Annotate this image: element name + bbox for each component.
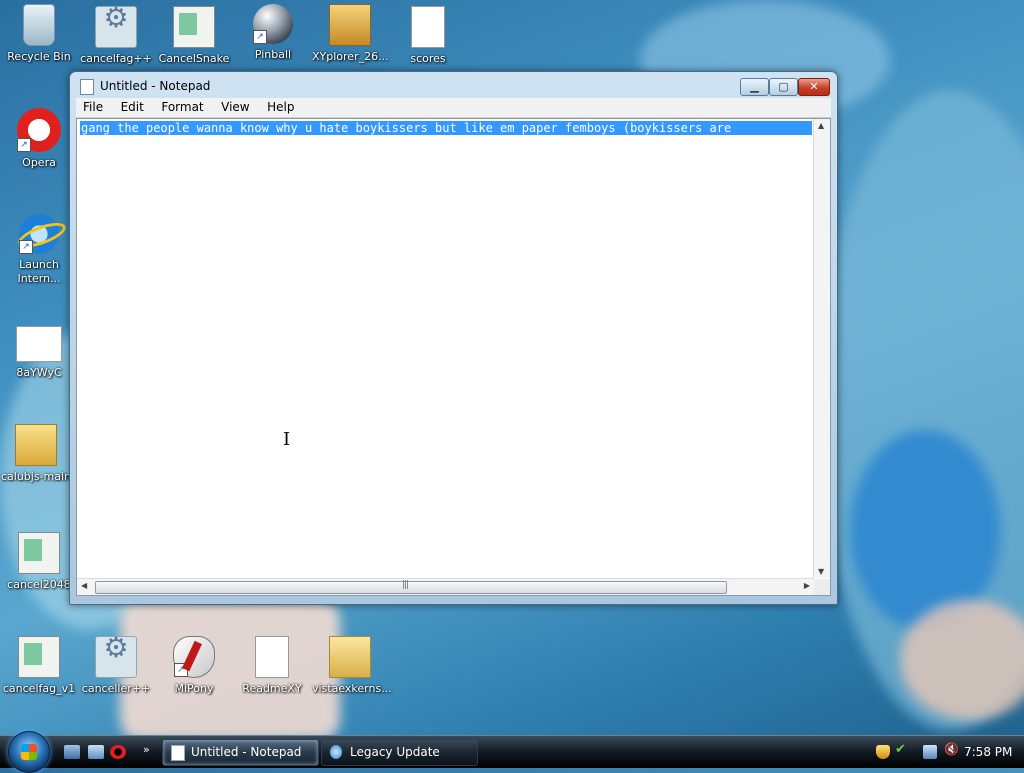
image-file-icon [16,326,62,362]
scroll-left-arrow-icon[interactable]: ◀ [81,581,87,590]
window-icon [18,532,60,574]
menu-bar: File Edit Format View Help [76,98,831,118]
window-title: Untitled - Notepad [100,79,211,93]
desktop-icon-cancel2048[interactable]: cancel2048 [1,532,77,592]
network-icon[interactable] [923,745,937,759]
mipony-icon: ↗ [173,636,215,678]
resize-grip[interactable] [814,579,830,595]
vertical-scrollbar[interactable]: ▲ ▼ [813,119,830,578]
text-cursor-icon: I [283,429,291,450]
menu-edit[interactable]: Edit [114,98,151,116]
installer-box-icon [329,4,371,46]
text-editor-area[interactable]: gang the people wanna know why u hate bo… [76,118,831,596]
horizontal-scroll-thumb[interactable] [95,580,727,594]
close-button[interactable]: ✕ [798,78,830,96]
menu-view[interactable]: View [214,98,256,116]
taskbar-button-notepad[interactable]: Untitled - Notepad [162,739,319,766]
switch-windows-icon[interactable] [88,745,104,759]
internet-explorer-icon: ↗ [19,214,59,254]
minimize-button[interactable]: ▁ [740,78,769,96]
desktop-icon-pinball[interactable]: ↗ Pinball [235,4,311,62]
volume-muted-icon[interactable]: 🔇 [944,742,959,756]
desktop-icon-scores[interactable]: scores [390,6,466,66]
shortcut-arrow-icon: ↗ [174,663,188,677]
taskbar-button-legacy-update[interactable]: Legacy Update [321,739,478,766]
desktop-icon-cancelsnake[interactable]: CancelSnake [156,6,232,66]
taskbar: » Untitled - Notepad Legacy Update ✔ 🔇 7… [0,731,1024,773]
start-button[interactable] [8,731,50,773]
scroll-right-arrow-icon[interactable]: ▶ [804,581,810,590]
notepad-icon [171,745,185,761]
recycle-bin-icon [23,4,55,46]
scroll-down-arrow-icon[interactable]: ▼ [818,567,824,576]
desktop-icon-xyplorer[interactable]: XYplorer_26... [312,4,389,64]
text-file-icon [411,6,445,48]
desktop-icon-vistaexkerns[interactable]: vistaexkerns... [312,636,392,696]
opera-icon: ↗ [17,108,61,152]
desktop-icon-canceller-pp[interactable]: canceller++ [78,636,154,696]
folder-icon [329,636,371,678]
text-file-icon [255,636,289,678]
desktop-icon-readmexy[interactable]: ReadmeXY [234,636,310,696]
desktop-icon-calubjs-main[interactable]: calubjs-main [0,424,74,484]
menu-help[interactable]: Help [260,98,301,116]
check-icon[interactable]: ✔ [895,742,909,757]
quick-launch-more-button[interactable]: » [143,743,150,756]
horizontal-scrollbar[interactable]: ◀ ▶ [77,578,814,595]
gear-icon [95,6,137,48]
window-icon [173,6,215,48]
desktop-icon-mipony[interactable]: ↗ MiPony [156,636,232,696]
window-icon [18,636,60,678]
security-shield-icon[interactable] [876,745,890,759]
system-tray: ✔ 🔇 7:58 PM [868,737,1024,767]
opera-quicklaunch-icon[interactable] [110,745,126,759]
pinball-icon: ↗ [253,4,293,44]
legacy-update-icon [330,745,342,759]
gear-icon [95,636,137,678]
notepad-window[interactable]: Untitled - Notepad ▁ ▢ ✕ File Edit Forma… [69,71,838,605]
zip-folder-icon [15,424,57,466]
desktop-icon-opera[interactable]: ↗ Opera [1,108,77,170]
maximize-button[interactable]: ▢ [769,78,798,96]
desktop-icon-cancelfag-pp[interactable]: cancelfag++ [78,6,154,66]
shortcut-arrow-icon: ↗ [253,30,267,44]
notepad-title-bar[interactable]: Untitled - Notepad ▁ ▢ ✕ [70,72,837,100]
scroll-up-arrow-icon[interactable]: ▲ [818,121,824,130]
menu-file[interactable]: File [76,98,110,116]
show-desktop-icon[interactable] [64,745,80,759]
selected-text[interactable]: gang the people wanna know why u hate bo… [80,121,812,135]
menu-format[interactable]: Format [154,98,210,116]
shortcut-arrow-icon: ↗ [19,240,33,254]
desktop-icon-8aywyc[interactable]: 8aYWyC [1,326,77,380]
clock[interactable]: 7:58 PM [964,745,1012,759]
desktop-icon-recycle-bin[interactable]: Recycle Bin [1,4,77,64]
notepad-icon [80,79,94,95]
desktop-icon-launch-ie[interactable]: ↗ Launch Intern... [1,214,77,286]
desktop-icon-cancelfag-v1[interactable]: cancelfag_v1 [1,636,77,696]
shortcut-arrow-icon: ↗ [17,138,31,152]
